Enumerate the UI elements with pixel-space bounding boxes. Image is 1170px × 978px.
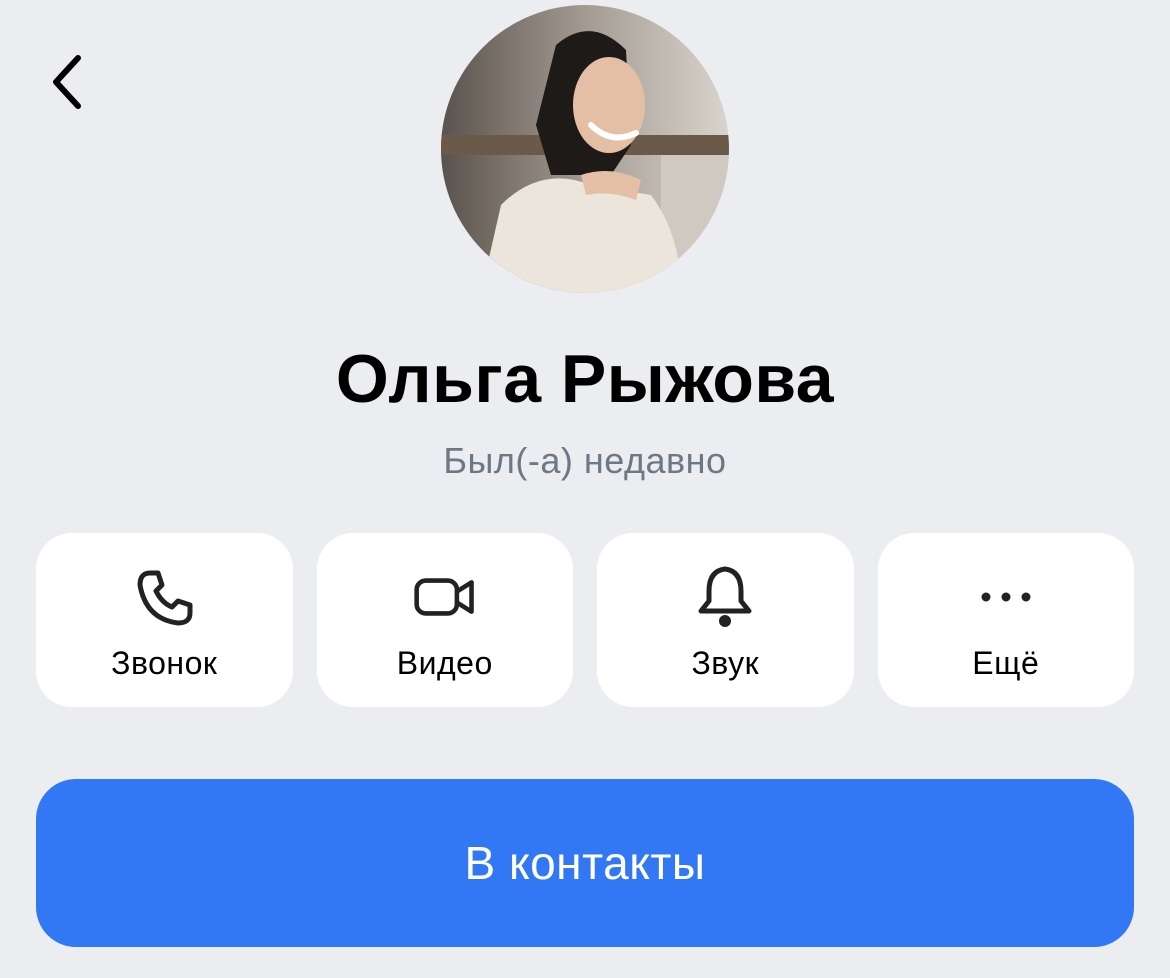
profile-status: Был(-а) недавно (443, 440, 727, 481)
avatar[interactable] (441, 5, 729, 293)
add-to-contacts-button[interactable]: В контакты (36, 779, 1134, 947)
profile-name: Ольга Рыжова (335, 341, 835, 417)
more-dots-icon (974, 565, 1038, 629)
video-button[interactable]: Видео (316, 533, 573, 707)
action-bar: Звонок Видео Звук Ещё (36, 533, 1134, 707)
call-button[interactable]: Звонок (36, 533, 293, 707)
back-button[interactable] (28, 44, 104, 120)
add-to-contacts-label: В контакты (464, 837, 706, 889)
call-label: Звонок (111, 645, 218, 681)
more-label: Ещё (972, 645, 1040, 681)
chevron-left-icon (53, 55, 81, 109)
more-button[interactable]: Ещё (877, 533, 1134, 707)
sound-button[interactable]: Звук (597, 533, 854, 707)
video-camera-icon (413, 565, 477, 629)
phone-icon (132, 565, 196, 629)
sound-label: Звук (691, 645, 760, 681)
avatar-photo (441, 5, 729, 293)
bell-icon (693, 565, 757, 629)
video-label: Видео (396, 645, 493, 681)
